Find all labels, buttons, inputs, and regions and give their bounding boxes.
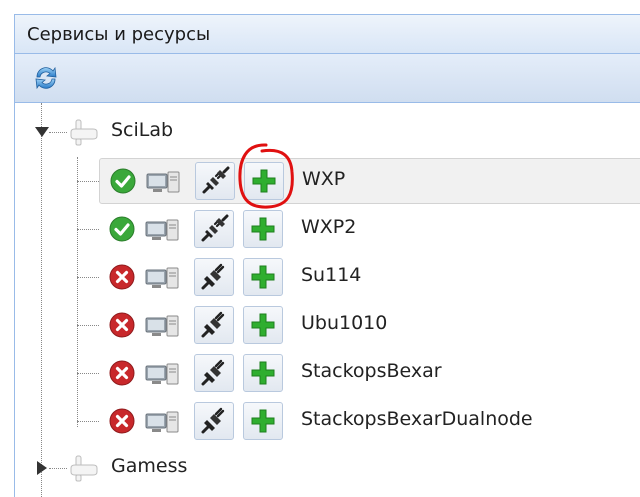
- plug-disconnected-icon: [201, 359, 225, 386]
- tree-line: [49, 468, 67, 469]
- plus-icon: [251, 361, 275, 385]
- panel-header: Сервисы и ресурсы: [15, 15, 640, 54]
- tree-line: [41, 103, 42, 497]
- tree-line: [77, 157, 78, 427]
- tree-row-stackopsbexardualnode[interactable]: StackopsBexarDualnode: [99, 399, 640, 443]
- group-label-gamess[interactable]: Gamess: [111, 455, 187, 477]
- tree-line: [77, 229, 99, 230]
- machine-label[interactable]: WXP2: [301, 216, 356, 238]
- tree-line: [77, 373, 99, 374]
- connect-button[interactable]: [194, 306, 234, 344]
- expand-toggle-gamess[interactable]: [37, 461, 47, 475]
- connect-button[interactable]: [194, 402, 234, 440]
- toolbar: [15, 54, 640, 103]
- connect-button[interactable]: [194, 210, 234, 248]
- machine-label[interactable]: WXP: [302, 168, 345, 190]
- tree-line: [77, 325, 99, 326]
- plug-disconnected-icon: [201, 407, 225, 434]
- plus-icon: [251, 217, 275, 241]
- refresh-icon: [35, 66, 57, 90]
- status-online-icon: [110, 168, 136, 194]
- computer-icon: [145, 315, 179, 337]
- computer-icon: [145, 411, 179, 433]
- plug-disconnected-icon: [201, 263, 225, 290]
- computer-icon: [145, 363, 179, 385]
- add-button[interactable]: [243, 402, 283, 440]
- connect-button[interactable]: [195, 162, 235, 200]
- status-offline-icon: [109, 264, 135, 290]
- tree-row-wxp2[interactable]: WXP2: [99, 207, 640, 251]
- connect-button[interactable]: [194, 258, 234, 296]
- tree-line: [77, 277, 99, 278]
- tree-row-su114[interactable]: Su114: [99, 255, 640, 299]
- add-button[interactable]: [243, 210, 283, 248]
- status-online-icon: [109, 216, 135, 242]
- computer-icon: [145, 219, 179, 241]
- tree-line: [77, 181, 99, 182]
- plus-icon: [252, 169, 276, 193]
- tree-row-wxp[interactable]: WXP: [99, 158, 640, 204]
- plus-icon: [251, 409, 275, 433]
- tree-row-stackopsbexar[interactable]: StackopsBexar: [99, 351, 640, 395]
- machine-label[interactable]: Su114: [301, 264, 361, 286]
- machine-label[interactable]: Ubu1010: [301, 312, 387, 334]
- resource-tree: SciLab WXP WXP2 Su114 Ubu1010 StackopsBe…: [15, 103, 640, 497]
- machine-label[interactable]: StackopsBexar: [301, 360, 442, 382]
- status-offline-icon: [109, 360, 135, 386]
- plug-connected-icon: [202, 166, 230, 194]
- expand-toggle-scilab[interactable]: [35, 127, 49, 137]
- plug-connected-icon: [201, 214, 229, 242]
- computer-icon: [145, 267, 179, 289]
- plug-disconnected-icon: [201, 311, 225, 338]
- group-label-scilab[interactable]: SciLab: [111, 119, 173, 141]
- machine-label[interactable]: StackopsBexarDualnode: [301, 408, 533, 430]
- refresh-button[interactable]: [31, 63, 61, 93]
- tree-row-ubu1010[interactable]: Ubu1010: [99, 303, 640, 347]
- panel-title: Сервисы и ресурсы: [27, 24, 211, 45]
- group-icon: [70, 455, 98, 482]
- computer-icon: [146, 171, 180, 193]
- connect-button[interactable]: [194, 354, 234, 392]
- tree-line: [77, 421, 99, 422]
- plus-icon: [251, 265, 275, 289]
- tree-line: [49, 132, 67, 133]
- add-button[interactable]: [243, 306, 283, 344]
- add-button[interactable]: [243, 258, 283, 296]
- status-offline-icon: [109, 408, 135, 434]
- services-panel: Сервисы и ресурсы SciLab WXP WXP2 Su114 …: [14, 14, 640, 497]
- add-button[interactable]: [243, 354, 283, 392]
- plus-icon: [251, 313, 275, 337]
- group-icon: [70, 119, 98, 146]
- add-button[interactable]: [244, 162, 284, 200]
- status-offline-icon: [109, 312, 135, 338]
